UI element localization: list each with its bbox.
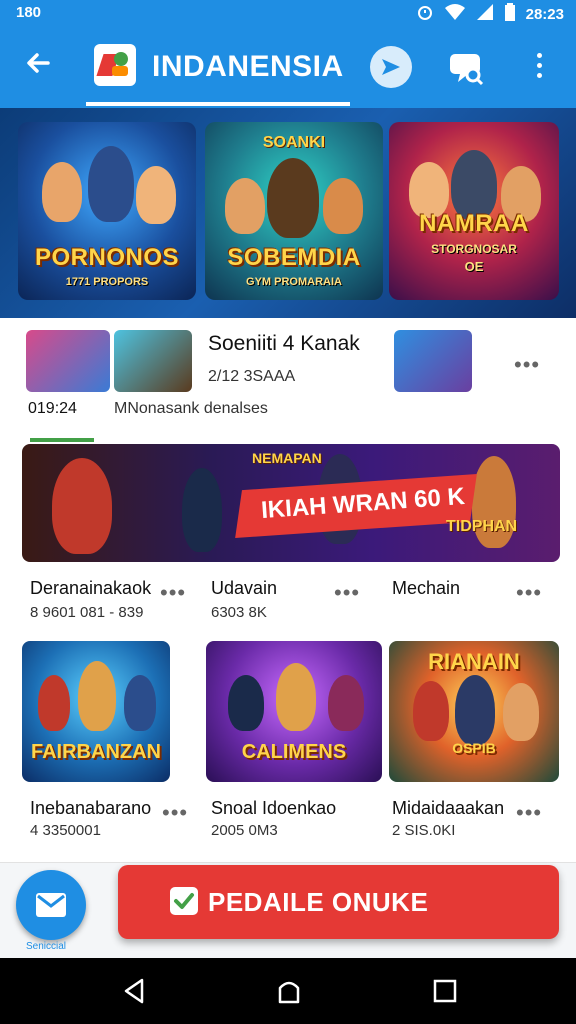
tab-indicator [86,102,350,106]
alarm-icon [416,3,434,25]
hero-card[interactable]: SOANKI SOBEMDIA GYM PROMARAIA [205,122,383,300]
overflow-menu-icon[interactable]: ••• [516,582,542,604]
item-title[interactable]: Udavain [211,578,277,599]
card-caption: OSPIB [452,740,496,756]
item-title: Soeniiti 4 Kanak [208,332,360,355]
hero-card[interactable]: NAMRAA STORGNOSAR OE [389,122,559,300]
hero-caption: SOBEMDIA [227,244,361,271]
system-nav-bar [0,958,576,1024]
cta-label: PEDAILE ONUKE [208,887,429,917]
item-sub: 2005 0M3 [211,822,278,839]
hero-caption: NAMRAA [419,210,529,237]
card-caption: CALIMENS [241,741,347,763]
status-clock: 28:23 [525,5,564,23]
featured-row[interactable]: Soeniiti 4 Kanak 2/12 3SAAA ••• 019:24 M… [0,318,576,436]
chat-icon[interactable] [446,48,486,88]
fab-label: Seniccial [26,941,67,952]
game-card[interactable]: RIANAIN OSPIB [389,641,559,782]
banner-bottom-text: TIDPHAN [446,518,518,535]
home-icon[interactable] [274,976,304,1006]
page-title: INDANENSIA [152,50,344,83]
thumbnail[interactable] [26,330,110,392]
card-caption: FAIRBANZAN [31,741,161,763]
signal-icon [476,3,494,25]
game-card[interactable]: CALIMENS [206,641,382,782]
overflow-menu-icon[interactable]: ••• [160,582,186,604]
mail-icon [36,893,66,917]
item-title[interactable]: Deranainakaok [30,578,151,599]
wifi-icon [444,3,466,25]
app-bar: INDANENSIA [0,26,576,108]
mail-button[interactable] [16,870,86,940]
hero-subcaption: 1771 PROPORS [65,276,149,288]
overflow-menu-icon[interactable]: ••• [334,582,360,604]
item-sub: 6303 8K [211,604,267,621]
game-card[interactable]: FAIRBANZAN [22,641,170,782]
hero-caption: PORNONOS [34,244,179,271]
card-top-caption: RIANAIN [428,649,520,674]
overflow-menu-icon[interactable]: ••• [162,802,188,824]
hero-top-caption: SOANKI [262,134,326,151]
hero-extra: OE [464,259,484,274]
send-icon[interactable] [370,46,412,88]
progress-indicator [30,438,94,442]
thumbnail[interactable] [114,330,192,392]
item-sub: 4 3350001 [30,822,101,839]
item-meta: 2/12 3SAAA [208,368,296,385]
item-title[interactable]: Snoal Idoenkao [211,798,336,819]
hero-card[interactable]: PORNONOS 1771 PROPORS [18,122,196,300]
hero-subcaption: STORGNOSAR [431,242,517,256]
item-sub: 2 SIS.0KI [392,822,456,839]
app-logo [94,44,136,86]
hero-carousel[interactable]: PORNONOS 1771 PROPORS SOANKI SOBEMDIA GY… [0,108,576,318]
status-time: 180 [16,4,42,21]
check-icon [170,887,198,915]
item-time: 019:24 [28,400,77,417]
overflow-menu-icon[interactable]: ••• [514,354,540,376]
more-vert-icon[interactable] [524,48,554,88]
hero-subcaption: GYM PROMARAIA [246,276,342,288]
battery-icon [504,3,516,25]
item-description: MNonasank denalses [114,400,268,417]
item-title[interactable]: Inebanabarano [30,798,151,819]
status-bar: 180 28:23 [0,0,576,26]
banner-top-text: NEMAPAN [252,450,322,466]
thumbnail[interactable] [394,330,472,392]
recents-square-icon[interactable] [430,976,460,1006]
arrow-left-icon[interactable] [18,48,58,88]
item-title[interactable]: Midaidaaakan [392,798,504,819]
promo-banner[interactable]: NEMAPAN IKIAH WRAN 60 K TIDPHAN [22,444,560,562]
item-sub: 8 9601 081 - 839 [30,604,144,621]
back-triangle-icon[interactable] [120,976,150,1006]
overflow-menu-icon[interactable]: ••• [516,802,542,824]
cta-button[interactable]: PEDAILE ONUKE [118,865,559,939]
item-title[interactable]: Mechain [392,578,460,599]
